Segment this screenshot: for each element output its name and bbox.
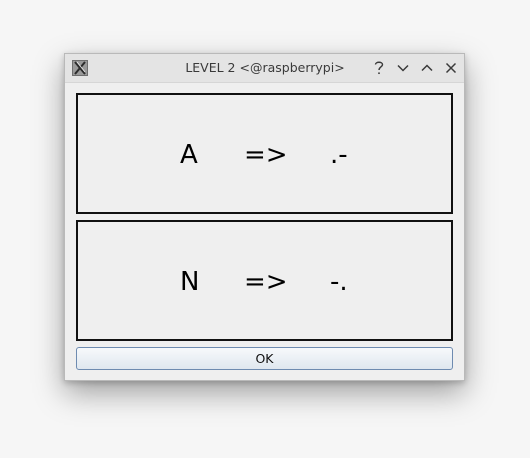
morse-row: N => -.	[78, 222, 451, 339]
morse-panel-2: N => -.	[76, 220, 453, 341]
morse-code-label: -.	[330, 267, 348, 297]
close-icon[interactable]	[441, 58, 461, 78]
window-title: LEVEL 2 <@raspberrypi>	[185, 60, 345, 75]
morse-row: A => .-	[78, 95, 451, 212]
letter-label: N	[180, 267, 200, 297]
morse-panel-1: A => .-	[76, 93, 453, 214]
title-bar[interactable]: LEVEL 2 <@raspberrypi>	[65, 54, 464, 83]
chevron-up-icon[interactable]	[417, 58, 437, 78]
arrow-label: =>	[244, 267, 288, 297]
chevron-down-icon[interactable]	[393, 58, 413, 78]
arrow-label: =>	[244, 140, 288, 170]
morse-code-label: .-	[330, 140, 348, 170]
help-icon[interactable]	[369, 58, 389, 78]
ok-button[interactable]: OK	[76, 347, 453, 370]
dialog-window: LEVEL 2 <@raspberrypi> A => .- N => -. O…	[64, 53, 465, 381]
letter-label: A	[180, 140, 198, 170]
desktop: LEVEL 2 <@raspberrypi> A => .- N => -. O…	[0, 0, 530, 458]
x11-app-icon[interactable]	[72, 60, 88, 76]
